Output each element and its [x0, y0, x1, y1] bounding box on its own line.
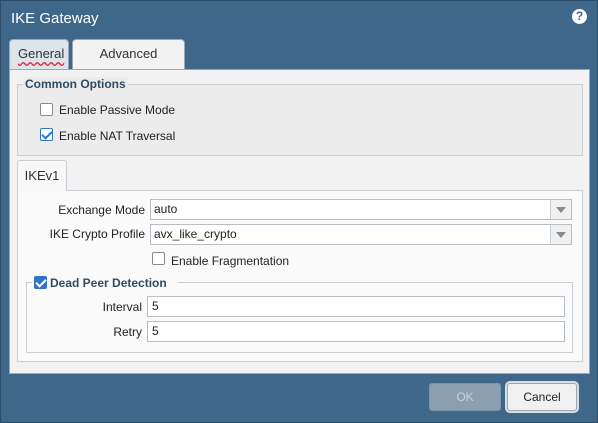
enable-passive-mode-label: Enable Passive Mode: [59, 103, 176, 117]
enable-fragmentation-label: Enable Fragmentation: [171, 254, 290, 268]
retry-input[interactable]: 5: [147, 321, 565, 342]
ok-button[interactable]: OK: [429, 383, 501, 411]
tab-general[interactable]: General: [9, 39, 69, 69]
enable-fragmentation-checkbox[interactable]: [152, 252, 165, 265]
retry-label: Retry: [113, 325, 142, 339]
enable-nat-traversal-checkbox[interactable]: [40, 128, 53, 141]
common-options-group: [17, 84, 583, 156]
ike-crypto-profile-label: IKE Crypto Profile: [49, 227, 145, 241]
exchange-mode-value: auto: [154, 202, 178, 216]
tab-ikev1[interactable]: IKEv1: [17, 160, 67, 191]
interval-input[interactable]: 5: [147, 296, 565, 317]
ike-crypto-profile-select[interactable]: avx_like_crypto: [150, 224, 572, 245]
dialog-title: IKE Gateway: [11, 10, 99, 27]
exchange-mode-select[interactable]: auto: [150, 199, 572, 220]
tab-general-label: General: [18, 46, 65, 61]
dead-peer-detection-legend: Dead Peer Detection: [32, 275, 178, 291]
ike-crypto-profile-value: avx_like_crypto: [154, 227, 237, 241]
dead-peer-detection-label: Dead Peer Detection: [50, 276, 167, 290]
enable-passive-mode-checkbox[interactable]: [40, 103, 53, 116]
cancel-button[interactable]: Cancel: [507, 383, 577, 411]
chevron-down-icon[interactable]: [550, 200, 571, 219]
tab-advanced-options[interactable]: Advanced Options: [72, 39, 185, 89]
interval-label: Interval: [102, 300, 142, 314]
ike-gateway-dialog: IKE Gateway ? General Advanced Options C…: [0, 0, 598, 423]
dead-peer-detection-group: [26, 282, 573, 353]
enable-nat-traversal-label: Enable NAT Traversal: [59, 129, 176, 143]
chevron-down-icon[interactable]: [550, 225, 571, 244]
exchange-mode-label: Exchange Mode: [58, 203, 145, 217]
help-icon[interactable]: ?: [572, 9, 587, 24]
dead-peer-detection-checkbox[interactable]: [34, 276, 47, 289]
common-options-legend: Common Options: [23, 77, 128, 91]
